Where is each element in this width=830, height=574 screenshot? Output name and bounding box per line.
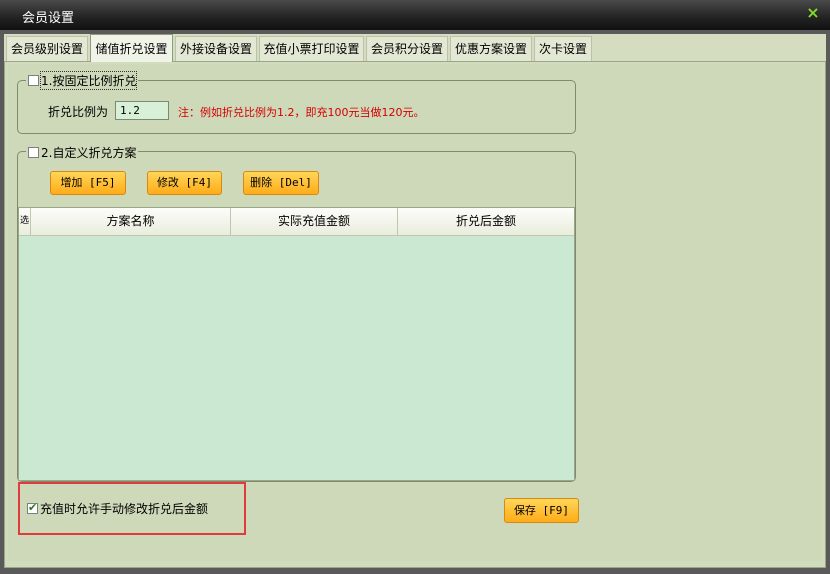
fixed-ratio-checkbox[interactable] [28, 75, 39, 86]
tab-discount-plan[interactable]: 优惠方案设置 [450, 36, 532, 61]
allow-manual-checkbox[interactable] [27, 501, 38, 514]
edit-button[interactable]: 修改 [F4] [147, 171, 222, 195]
column-actual-recharge[interactable]: 实际充值金额 [231, 208, 398, 235]
allow-manual-label[interactable]: 充值时允许手动修改折兑后金额 [40, 500, 208, 517]
tab-member-points[interactable]: 会员积分设置 [366, 36, 448, 61]
tab-external-device[interactable]: 外接设备设置 [175, 36, 257, 61]
column-exchanged-amount[interactable]: 折兑后金额 [398, 208, 574, 235]
row-select-header[interactable]: 选 [19, 208, 31, 235]
ratio-note: 注：例如折兑比例为1.2，即充100元当做120元。 [178, 106, 425, 119]
tab-recharge-receipt-print[interactable]: 充值小票打印设置 [259, 36, 364, 61]
member-settings-window: 会员设置 × 会员级别设置 储值折兑设置 外接设备设置 充值小票打印设置 会员积… [0, 0, 830, 574]
custom-plan-checkbox-label[interactable]: 2.自定义折兑方案 [41, 144, 136, 161]
title-bar[interactable]: 会员设置 × [0, 0, 830, 30]
plan-table-header: 选 方案名称 实际充值金额 折兑后金额 [19, 208, 574, 236]
tab-stored-value-exchange[interactable]: 储值折兑设置 [90, 34, 173, 62]
fixed-ratio-legend[interactable]: 1.按固定比例折兑 [26, 71, 139, 90]
add-button[interactable]: 增加 [F5] [50, 171, 126, 195]
ratio-input[interactable]: 1.2 [115, 101, 169, 120]
custom-plan-legend[interactable]: 2.自定义折兑方案 [26, 144, 139, 161]
column-plan-name[interactable]: 方案名称 [31, 208, 231, 235]
delete-button[interactable]: 删除 [Del] [243, 171, 319, 195]
ratio-label: 折兑比例为 [48, 105, 109, 119]
custom-plan-checkbox[interactable] [28, 147, 39, 158]
save-button[interactable]: 保存 [F9] [504, 498, 579, 523]
plan-table[interactable]: 选 方案名称 实际充值金额 折兑后金额 [18, 207, 575, 481]
tab-count-card[interactable]: 次卡设置 [534, 36, 592, 61]
tab-member-level[interactable]: 会员级别设置 [6, 36, 88, 61]
window-title: 会员设置 [22, 11, 75, 26]
close-icon[interactable]: × [804, 4, 822, 22]
allow-manual-option[interactable]: 充值时允许手动修改折兑后金额 [27, 500, 208, 517]
fixed-ratio-checkbox-label[interactable]: 1.按固定比例折兑 [39, 71, 138, 90]
